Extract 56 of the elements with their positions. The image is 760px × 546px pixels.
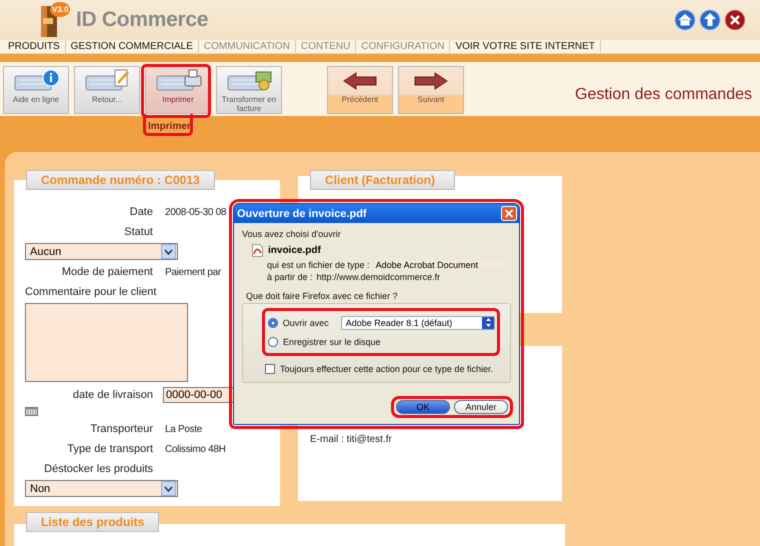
client-email: E-mail : titi@test.fr [310,434,392,445]
file-type-value: Adobe Acrobat Document [374,260,506,270]
source-url: http://www.demoidcommerce.fr [316,272,440,282]
field-value: Paiement par [165,266,221,278]
version-badge: V3.0 [50,2,70,17]
section-heading: Commande numéro : C0013 [26,170,215,190]
page-title: Gestion des commandes [575,86,752,104]
section-heading: Liste des produits [26,512,160,532]
toolbar-button[interactable]: Suivant [398,66,464,114]
checkbox[interactable] [265,364,275,374]
field-label: Statut [123,226,153,238]
toolbar-button[interactable]: Aide en ligne [3,66,69,114]
nav-menu-item[interactable]: VOIR VOTRE SITE INTERNET [450,40,601,53]
radio-button[interactable] [268,318,278,328]
field-label: date de livraison [72,389,153,401]
up-down-arrows-icon [484,317,492,328]
field-label: Déstocker les produits [43,463,153,475]
field-value: Colissimo 48H [165,444,226,454]
dialog-button[interactable]: OK [396,400,450,414]
toolbar-button[interactable]: Imprimer [145,66,211,114]
field-value: 2008-05-30 08 [165,206,226,218]
field-label: Date [128,206,153,218]
dialog-button[interactable]: Annuler [454,400,508,414]
pdf-file-icon [252,244,263,257]
toolbar-button[interactable]: Retour... [74,66,140,114]
chevron-down-icon [164,486,173,492]
source-label: à partir de : [267,272,313,282]
section-heading: Client (Facturation) [310,170,455,190]
option-label[interactable]: Ouvrir avec [282,318,329,328]
field-label: Type de transport [66,443,153,455]
nav-menu-item[interactable]: PRODUITS [3,40,66,53]
field-label: Transporteur [89,423,153,435]
dialog-intro: Vous avez choisi d'ouvrir [242,229,342,239]
radio-button[interactable] [268,336,278,346]
field-label: Mode de paiement [60,266,153,278]
close-icon[interactable] [724,9,746,31]
application-dropdown[interactable]: Adobe Reader 8.1 (défaut) [340,316,495,330]
comment-textarea[interactable] [25,303,188,382]
home-icon[interactable] [674,9,696,31]
file-type-label: qui est un fichier de type : [267,260,370,270]
left-arrow-icon [343,72,377,90]
field-value: La Poste [165,424,202,434]
brand-title: ID Commerce [76,8,208,32]
dropdown-field[interactable]: Non [25,480,178,497]
option-label[interactable]: Enregistrer sur le disque [283,336,381,346]
toolbar-button[interactable]: Transformer en facture [216,66,282,114]
chevron-down-icon [164,248,173,254]
right-arrow-icon [414,72,448,90]
toolbar-button[interactable]: Précédent [327,66,393,114]
dialog-question: Que doit faire Firefox avec ce fichier ? [246,291,399,301]
file-name: invoice.pdf [268,245,321,256]
dropdown-field[interactable]: Aucun [25,243,178,260]
calendar-icon[interactable] [25,407,38,416]
nav-menu-item[interactable]: GESTION COMMERCIALE [66,40,199,53]
dialog-title: Ouverture de invoice.pdf [237,208,367,220]
checkbox-label[interactable]: Toujours effectuer cette action pour ce type de fichier. [280,364,493,374]
